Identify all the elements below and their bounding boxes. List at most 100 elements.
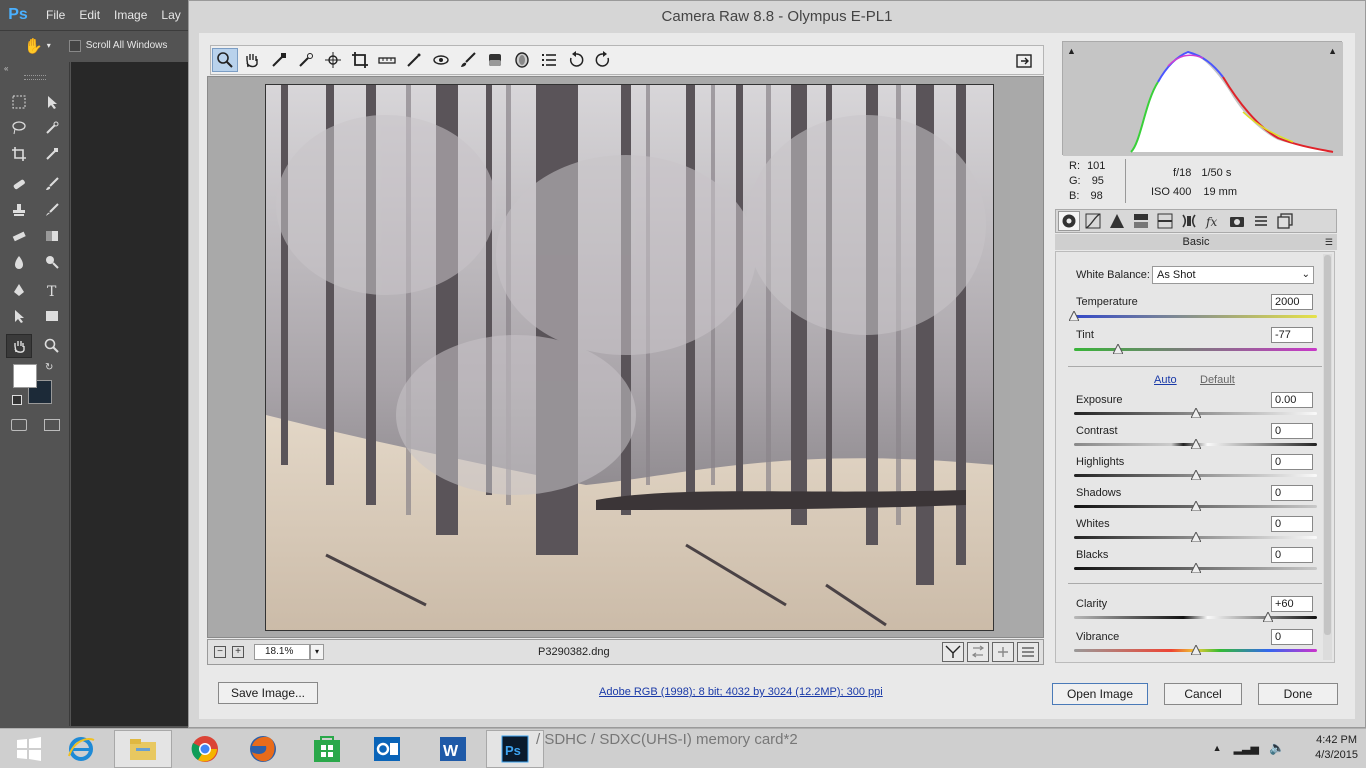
- radial-filter-icon[interactable]: [509, 48, 535, 72]
- swap-colors-icon[interactable]: ↻: [45, 362, 53, 373]
- menu-image[interactable]: Image: [114, 8, 147, 22]
- open-image-button[interactable]: Open Image: [1052, 683, 1148, 705]
- menu-layer[interactable]: Lay: [161, 8, 180, 22]
- temperature-slider[interactable]: [1069, 311, 1317, 321]
- copy-settings-icon[interactable]: [992, 642, 1014, 662]
- presets-tab-icon[interactable]: [1250, 211, 1272, 231]
- open-preferences-icon[interactable]: [1011, 49, 1037, 73]
- temperature-slider-thumb[interactable]: [1069, 311, 1079, 321]
- rotate-ccw-icon[interactable]: [563, 48, 589, 72]
- default-colors-icon[interactable]: [12, 395, 22, 405]
- preview-canvas[interactable]: [207, 76, 1044, 638]
- clarity-slider-thumb[interactable]: [1263, 612, 1274, 622]
- file-explorer-icon[interactable]: [114, 730, 172, 768]
- shadows-slider[interactable]: [1074, 501, 1317, 511]
- camera-calibration-tab-icon[interactable]: [1226, 211, 1248, 231]
- marquee-icon[interactable]: [6, 90, 32, 114]
- clone-stamp-icon[interactable]: [6, 198, 32, 222]
- brush-icon[interactable]: [39, 172, 65, 196]
- hand-tool-icon[interactable]: [239, 48, 265, 72]
- panel-menu-icon[interactable]: ☰: [1325, 234, 1333, 250]
- exposure-slider[interactable]: [1074, 408, 1317, 418]
- tray-expand-icon[interactable]: ▲: [1213, 743, 1222, 753]
- preview-image[interactable]: [265, 84, 994, 631]
- vibrance-slider-thumb[interactable]: [1190, 645, 1201, 655]
- dodge-icon[interactable]: [39, 250, 65, 274]
- graduated-filter-icon[interactable]: [482, 48, 508, 72]
- scrollbar-thumb[interactable]: [1324, 255, 1331, 635]
- color-sampler-tool-icon[interactable]: [293, 48, 319, 72]
- preferences-icon[interactable]: [536, 48, 562, 72]
- tint-slider-thumb[interactable]: [1112, 344, 1123, 354]
- workflow-options-link[interactable]: Adobe RGB (1998); 8 bit; 4032 by 3024 (1…: [599, 686, 883, 698]
- zoom-icon[interactable]: [39, 334, 65, 358]
- shadows-field[interactable]: 0: [1271, 485, 1313, 501]
- exposure-field[interactable]: 0.00: [1271, 392, 1313, 408]
- lens-corrections-tab-icon[interactable]: [1178, 211, 1200, 231]
- targeted-adjustment-tool-icon[interactable]: [320, 48, 346, 72]
- zoom-in-button[interactable]: +: [232, 646, 244, 658]
- red-eye-tool-icon[interactable]: [428, 48, 454, 72]
- white-balance-select[interactable]: As Shot ⌄: [1152, 266, 1314, 284]
- zoom-level-field[interactable]: 18.1%: [254, 644, 310, 660]
- save-image-button[interactable]: Save Image...: [218, 682, 318, 704]
- vibrance-slider[interactable]: [1074, 645, 1317, 655]
- contrast-slider-thumb[interactable]: [1190, 439, 1201, 449]
- cancel-button[interactable]: Cancel: [1164, 683, 1242, 705]
- shadows-slider-thumb[interactable]: [1190, 501, 1201, 511]
- panel-scrollbar[interactable]: [1323, 254, 1332, 660]
- split-toning-tab-icon[interactable]: [1154, 211, 1176, 231]
- blur-icon[interactable]: [6, 250, 32, 274]
- move-icon[interactable]: [39, 90, 65, 114]
- zoom-out-button[interactable]: −: [214, 646, 226, 658]
- crop-icon[interactable]: [6, 142, 32, 166]
- clock[interactable]: 4:42 PM 4/3/2015: [1315, 733, 1358, 763]
- signal-icon[interactable]: ▂▃▅: [1234, 742, 1259, 755]
- internet-explorer-icon[interactable]: [52, 730, 110, 768]
- zoom-tool-icon[interactable]: [212, 48, 238, 72]
- before-after-icon[interactable]: [942, 642, 964, 662]
- toggle-settings-icon[interactable]: [1017, 642, 1039, 662]
- pen-icon[interactable]: [6, 278, 32, 302]
- exposure-slider-thumb[interactable]: [1190, 408, 1201, 418]
- whites-slider-thumb[interactable]: [1190, 532, 1201, 542]
- temperature-field[interactable]: 2000: [1271, 294, 1313, 310]
- straighten-tool-icon[interactable]: [374, 48, 400, 72]
- quick-select-icon[interactable]: [39, 116, 65, 140]
- lasso-icon[interactable]: [6, 116, 32, 140]
- hsl-tab-icon[interactable]: [1130, 211, 1152, 231]
- options-dropdown-icon[interactable]: ▾: [47, 41, 51, 50]
- detail-tab-icon[interactable]: [1106, 211, 1128, 231]
- done-button[interactable]: Done: [1258, 683, 1338, 705]
- spot-removal-tool-icon[interactable]: [401, 48, 427, 72]
- effects-tab-icon[interactable]: fx: [1202, 211, 1224, 231]
- blacks-slider[interactable]: [1074, 563, 1317, 573]
- store-icon[interactable]: [298, 730, 356, 768]
- path-select-icon[interactable]: [6, 304, 32, 328]
- vibrance-field[interactable]: 0: [1271, 629, 1313, 645]
- swap-settings-icon[interactable]: [967, 642, 989, 662]
- eraser-icon[interactable]: [6, 224, 32, 248]
- tone-curve-tab-icon[interactable]: [1082, 211, 1104, 231]
- auto-link[interactable]: Auto: [1154, 374, 1177, 386]
- start-button[interactable]: [0, 730, 58, 768]
- menu-edit[interactable]: Edit: [79, 8, 100, 22]
- rotate-cw-icon[interactable]: [590, 48, 616, 72]
- screen-mode-icon[interactable]: [44, 419, 60, 431]
- foreground-color-swatch[interactable]: [13, 364, 37, 388]
- highlights-slider[interactable]: [1074, 470, 1317, 480]
- highlights-field[interactable]: 0: [1271, 454, 1313, 470]
- collapse-icon[interactable]: «: [4, 64, 8, 73]
- firefox-icon[interactable]: [234, 730, 292, 768]
- type-icon[interactable]: T: [39, 278, 65, 302]
- tint-field[interactable]: -77: [1271, 327, 1313, 343]
- rectangle-icon[interactable]: [39, 304, 65, 328]
- blacks-field[interactable]: 0: [1271, 547, 1313, 563]
- hand-tool-icon[interactable]: ✋: [24, 37, 43, 55]
- contrast-field[interactable]: 0: [1271, 423, 1313, 439]
- shadow-clipping-icon[interactable]: ▲: [1067, 46, 1076, 56]
- healing-brush-icon[interactable]: [6, 172, 32, 196]
- basic-tab-icon[interactable]: [1058, 211, 1080, 231]
- crop-tool-icon[interactable]: [347, 48, 373, 72]
- hand-icon[interactable]: [6, 334, 32, 358]
